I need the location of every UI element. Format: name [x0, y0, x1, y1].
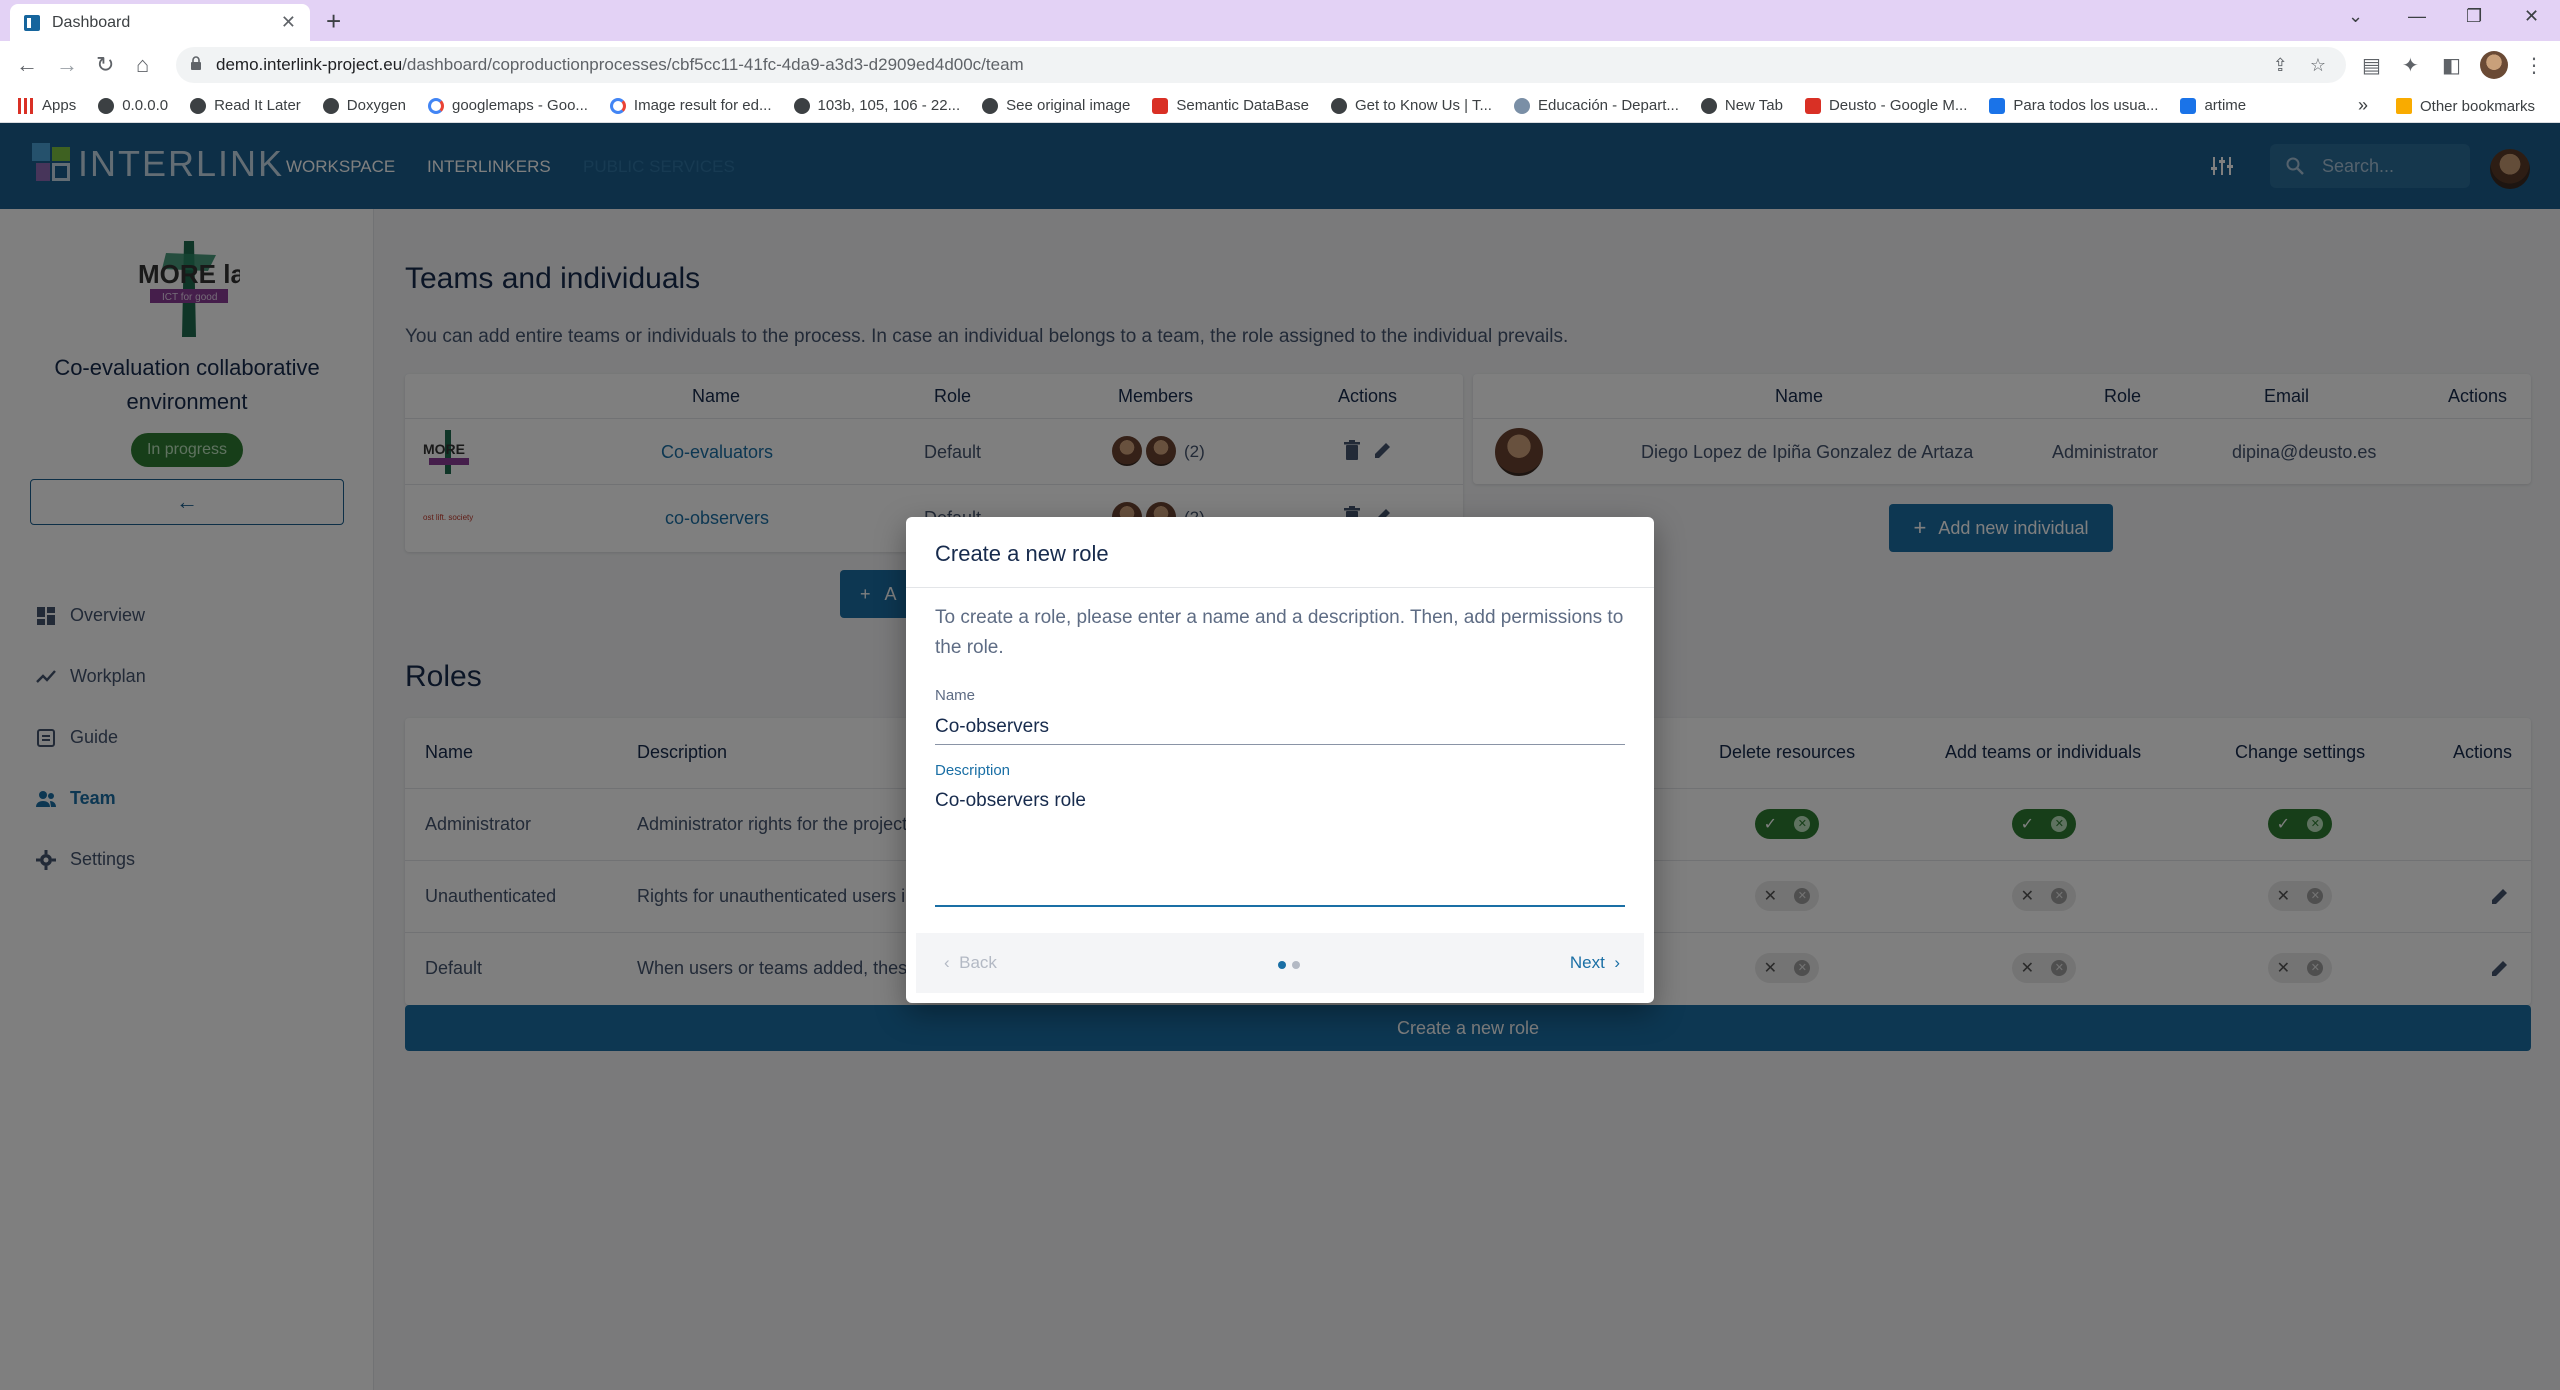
tab-title: Dashboard	[52, 13, 131, 31]
apps-grid-icon	[18, 97, 34, 114]
share-icon[interactable]: ⇪	[2273, 55, 2288, 76]
name-field-label: Name	[935, 687, 976, 704]
globe-icon	[1700, 97, 1717, 114]
name-field-underline	[935, 744, 1625, 745]
shield-icon	[1989, 97, 2006, 114]
name-field[interactable]: Co-observers	[935, 716, 1049, 738]
maps-pin-icon	[1804, 97, 1821, 114]
browser-tab-bar: Dashboard ✕ + ⌄ — ❐ ✕	[0, 0, 2560, 41]
bookmark-item[interactable]: Read It Later	[190, 97, 301, 114]
blogger-icon	[1152, 97, 1169, 114]
side-panel-icon[interactable]: ◧	[2442, 53, 2461, 78]
back-arrow-icon[interactable]: ←	[16, 52, 38, 78]
bookmark-item[interactable]: Apps	[18, 97, 76, 114]
bookmark-item[interactable]: 103b, 105, 106 - 22...	[793, 97, 960, 114]
interlink-favicon-icon	[24, 14, 40, 31]
bookmark-star-icon[interactable]: ☆	[2310, 55, 2326, 76]
bookmark-item[interactable]: artime	[2180, 97, 2246, 114]
more-bookmarks-icon[interactable]: »	[2358, 95, 2368, 116]
globe-icon	[190, 97, 207, 114]
chevron-right-icon: ›	[1614, 953, 1620, 972]
bookmark-item[interactable]: See original image	[982, 97, 1130, 114]
bookmarks-bar: Apps 0.0.0.0 Read It Later Doxygen googl…	[0, 89, 2560, 123]
bookmark-item[interactable]: Deusto - Google M...	[1804, 97, 1967, 114]
url-host: demo.interlink-project.eu	[216, 55, 403, 74]
dialog-instructions: To create a role, please enter a name an…	[935, 607, 1624, 658]
bookmark-item[interactable]: Para todos los usua...	[1989, 97, 2158, 114]
bookmark-item[interactable]: Semantic DataBase	[1152, 97, 1309, 114]
bookmark-item[interactable]: Doxygen	[322, 97, 406, 114]
site-icon	[1330, 97, 1347, 114]
other-bookmarks[interactable]: Other bookmarks	[2396, 89, 2535, 123]
browser-menu-icon[interactable]: ⋮	[2524, 53, 2544, 78]
stepper-footer: ‹ Back Next ›	[916, 933, 1644, 993]
globe-icon	[98, 97, 115, 114]
bookmark-item[interactable]: Image result for ed...	[609, 97, 772, 114]
address-bar[interactable]: demo.interlink-project.eu/dashboard/copr…	[176, 47, 2346, 83]
dialog-title: Create a new role	[935, 541, 1109, 566]
description-field-underline	[935, 905, 1625, 907]
create-role-dialog: Create a new role To create a role, plea…	[906, 517, 1654, 1003]
home-icon[interactable]: ⌂	[136, 52, 149, 78]
browser-toolbar: ← → ↻ ⌂ demo.interlink-project.eu/dashbo…	[0, 41, 2560, 89]
google-icon	[609, 97, 626, 114]
close-tab-icon[interactable]: ✕	[281, 12, 296, 33]
shield-icon	[2180, 97, 2197, 114]
bookmark-item[interactable]: New Tab	[1700, 97, 1783, 114]
bookmark-item[interactable]: Educación - Depart...	[1513, 97, 1679, 114]
globe-icon	[982, 97, 999, 114]
folder-icon	[2396, 98, 2412, 114]
globe-icon	[322, 97, 339, 114]
bookmark-item[interactable]: 0.0.0.0	[98, 97, 168, 114]
new-tab-icon[interactable]: +	[326, 6, 341, 37]
window-close-icon[interactable]: ✕	[2524, 6, 2539, 27]
reload-icon[interactable]: ↻	[96, 52, 114, 78]
tab-search-chevron-icon[interactable]: ⌄	[2348, 6, 2363, 27]
bookmark-item[interactable]: googlemaps - Goo...	[428, 97, 588, 114]
browser-profile-avatar[interactable]	[2480, 51, 2508, 79]
google-icon	[428, 97, 444, 114]
dialog-divider	[906, 587, 1654, 588]
forward-arrow-icon[interactable]: →	[56, 52, 78, 78]
minimize-icon[interactable]: —	[2408, 6, 2426, 27]
url-path: /dashboard/coproductionprocesses/cbf5cc1…	[402, 55, 1024, 74]
description-field-label: Description	[935, 762, 1011, 779]
bookmark-item[interactable]: Get to Know Us | T...	[1330, 97, 1492, 114]
extensions-icon[interactable]: ✦	[2402, 53, 2419, 78]
step-dot-active	[1278, 961, 1286, 969]
restore-icon[interactable]: ❐	[2466, 6, 2482, 27]
browser-tab[interactable]: Dashboard ✕	[10, 4, 310, 41]
globe-icon	[793, 97, 810, 114]
lock-icon	[191, 56, 201, 70]
step-dot	[1292, 961, 1300, 969]
stepper-next-button[interactable]: Next ›	[1570, 953, 1620, 973]
chevron-left-icon: ‹	[944, 953, 950, 972]
site-icon	[1513, 97, 1530, 114]
reading-list-icon[interactable]: ▤	[2362, 53, 2381, 78]
stepper-back-button[interactable]: ‹ Back	[944, 953, 997, 973]
description-field[interactable]: Co-observers role	[935, 790, 1086, 812]
